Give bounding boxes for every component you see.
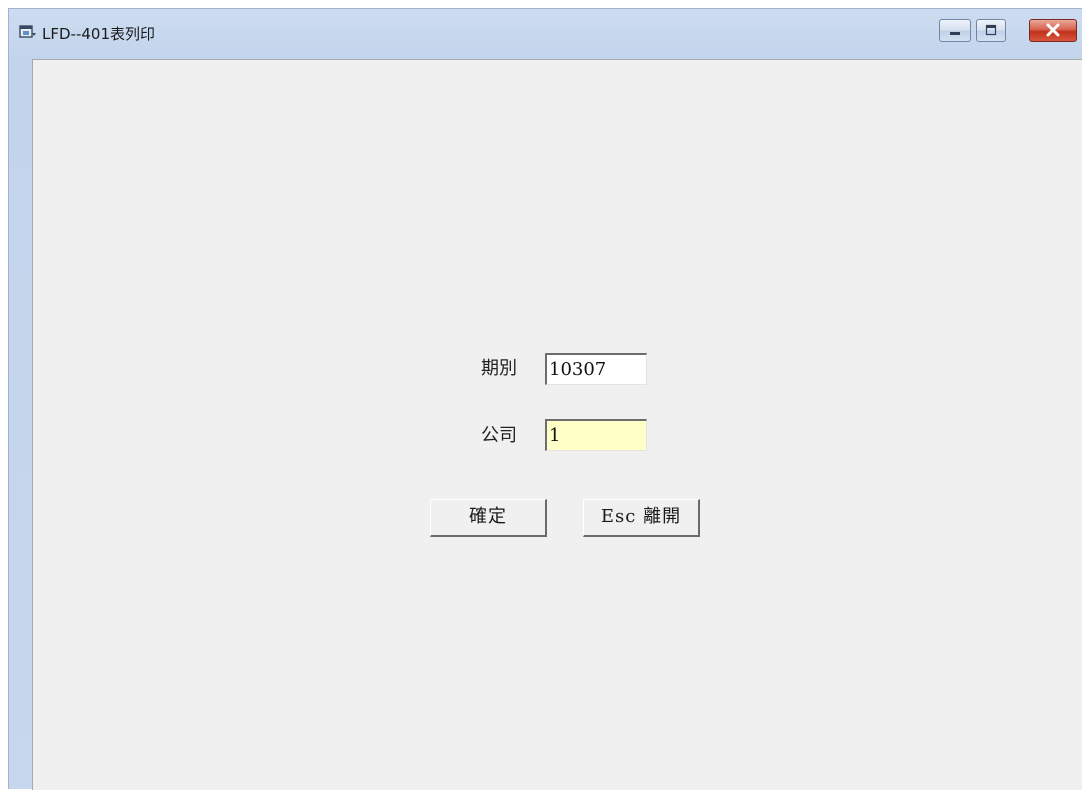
confirm-button[interactable]: 確定	[430, 499, 547, 537]
window-title: LFD--401表列印	[42, 25, 155, 43]
minimize-icon	[950, 32, 960, 35]
close-icon	[1046, 23, 1060, 37]
company-label: 公司	[481, 425, 517, 446]
title-bar[interactable]: LFD--401表列印	[9, 9, 1082, 57]
exit-button[interactable]: Esc 離開	[583, 499, 700, 537]
app-window-icon[interactable]	[19, 24, 37, 40]
period-label: 期別	[481, 358, 517, 379]
form-area: 期別 10307 公司 1 確定 Esc 離開	[32, 59, 1082, 790]
app-window: LFD--401表列印 期別 10307 公司 1 確定 Esc 離開	[8, 8, 1082, 790]
maximize-button[interactable]	[976, 19, 1006, 42]
period-input[interactable]: 10307	[545, 353, 647, 385]
maximize-icon	[985, 24, 997, 36]
company-input[interactable]: 1	[545, 419, 647, 451]
minimize-button[interactable]	[939, 19, 971, 42]
close-button[interactable]	[1029, 19, 1077, 42]
